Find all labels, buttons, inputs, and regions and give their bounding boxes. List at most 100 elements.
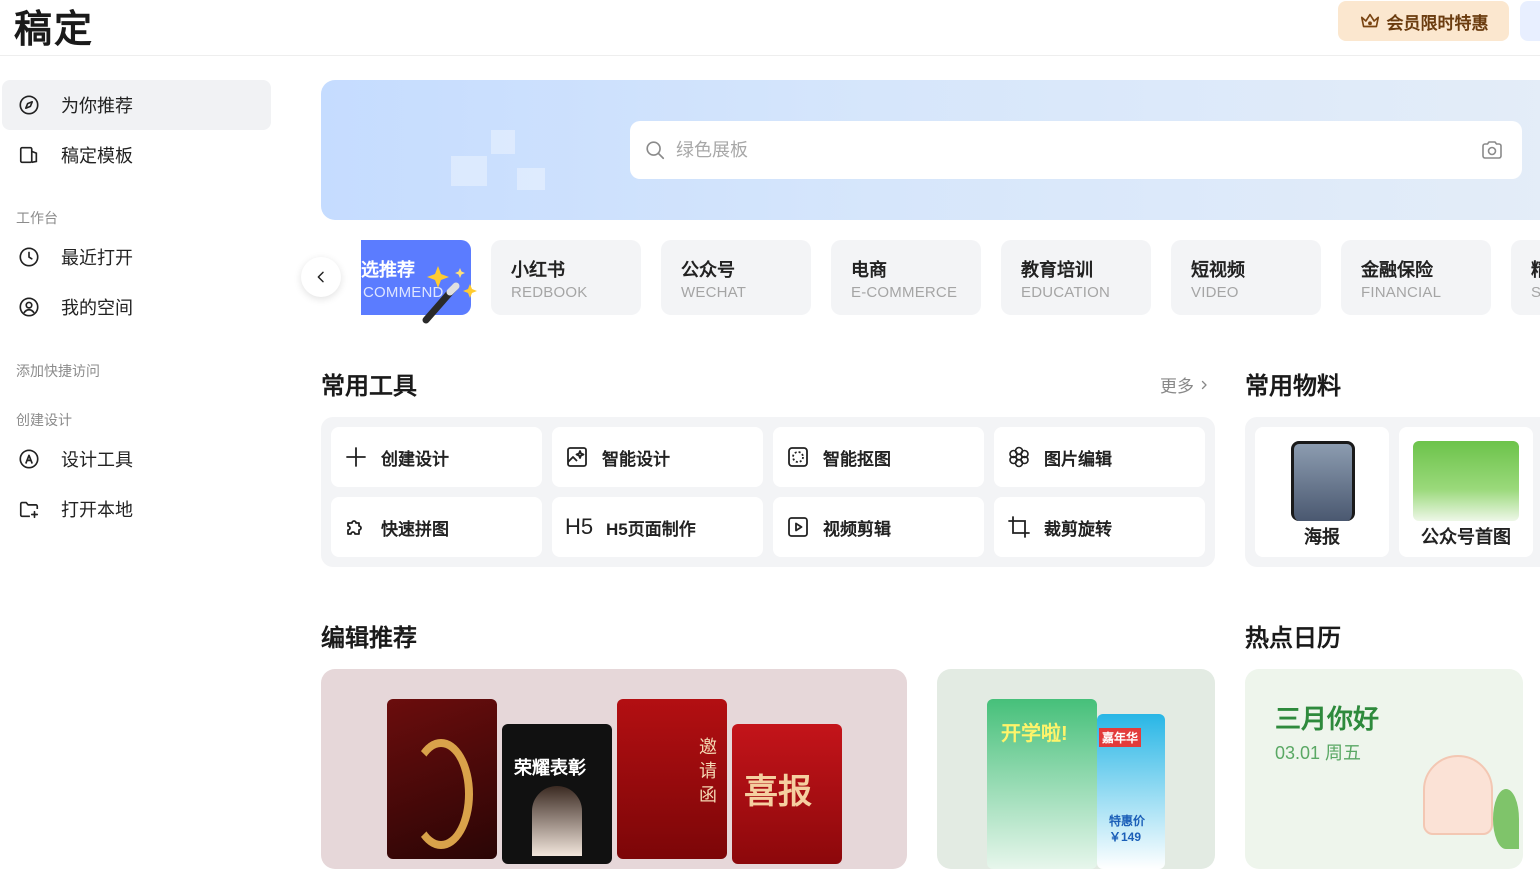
ai-design-icon	[564, 444, 590, 470]
tab-en-label: FINANCIAL	[1361, 284, 1442, 301]
calendar-section-title: 热点日历	[1245, 625, 1341, 652]
poster-honor-title: 荣耀表彰	[514, 758, 586, 778]
material-label: 公众号首图	[1421, 527, 1511, 547]
search-icon	[644, 139, 666, 161]
tab-ecommerce[interactable]: 电商 E-COMMERCE	[831, 240, 981, 315]
tab-cn-label: 选推荐	[361, 260, 415, 280]
workspace-section-label: 工作台	[16, 210, 58, 226]
tools-section-title: 常用工具	[321, 373, 417, 400]
poster-honor-image: 荣耀表彰	[502, 724, 612, 864]
tool-h5-page[interactable]: H5 H5页面制作	[552, 497, 763, 557]
sidebar-item-templates[interactable]: 稿定模板	[2, 130, 271, 180]
tool-label: 裁剪旋转	[1044, 519, 1112, 539]
tool-label: 智能抠图	[823, 449, 891, 469]
vip-promo-label: 会员限时特惠	[1386, 13, 1489, 33]
tab-cn-label: 公众号	[681, 260, 735, 280]
material-wechat-cover[interactable]: 公众号首图	[1399, 427, 1533, 557]
more-label: 更多	[1160, 377, 1194, 396]
top-header: 稿定 会员限时特惠	[0, 0, 1540, 56]
sidebar-item-label: 打开本地	[61, 500, 133, 520]
header-edge-button[interactable]	[1520, 1, 1540, 41]
sidebar: 为你推荐 稿定模板 工作台 最近打开 我的空间 添加快捷访问 创建设计 设计工具…	[0, 56, 290, 837]
tab-video[interactable]: 短视频 VIDEO	[1171, 240, 1321, 315]
tab-education[interactable]: 教育培训 EDUCATION	[1001, 240, 1151, 315]
poster-good-news-image: 喜报	[732, 724, 842, 864]
pen-nib-icon	[17, 447, 41, 471]
clock-icon	[17, 245, 41, 269]
sidebar-item-open-local[interactable]: 打开本地	[2, 484, 271, 534]
materials-panel: 海报 公众号首图	[1245, 417, 1540, 567]
tab-en-label: WECHAT	[681, 284, 747, 301]
tab-en-label: S	[1531, 284, 1540, 301]
magic-wand-icon	[422, 266, 477, 324]
sidebar-item-recommended[interactable]: 为你推荐	[2, 80, 271, 130]
cutout-icon	[785, 444, 811, 470]
tab-en-label: EDUCATION	[1021, 284, 1111, 301]
tool-quick-collage[interactable]: 快速拼图	[331, 497, 542, 557]
poster-invitation-title: 邀请函	[699, 737, 717, 805]
sidebar-item-my-space[interactable]: 我的空间	[2, 282, 271, 332]
tab-more-category[interactable]: 精 S	[1511, 240, 1540, 315]
user-circle-icon	[17, 295, 41, 319]
poster-good-news-title: 喜报	[744, 773, 812, 811]
tool-label: H5页面制作	[606, 519, 696, 539]
camera-search-icon[interactable]	[1480, 138, 1504, 167]
poster-school-title: 开学啦!	[1001, 723, 1068, 745]
tool-smart-cutout[interactable]: 智能抠图	[773, 427, 984, 487]
tool-crop-rotate[interactable]: 裁剪旋转	[994, 497, 1205, 557]
tool-image-edit[interactable]: 图片编辑	[994, 427, 1205, 487]
vip-promo-button[interactable]: 会员限时特惠	[1338, 1, 1509, 41]
crown-icon	[1359, 10, 1381, 32]
compass-icon	[17, 93, 41, 117]
poster-carnival-image: 嘉年华 特惠价 ￥149	[1097, 714, 1165, 869]
phone-mockup-image	[1291, 441, 1355, 521]
banner-decoration	[517, 168, 545, 190]
image-edit-icon	[1006, 444, 1032, 470]
banner-decoration	[451, 156, 487, 186]
tools-more-link[interactable]: 更多	[1160, 372, 1210, 397]
tab-cn-label: 金融保险	[1361, 260, 1433, 280]
tab-cn-label: 电商	[851, 260, 887, 280]
tool-video-edit[interactable]: 视频剪辑	[773, 497, 984, 557]
cat-illustration	[1423, 755, 1493, 835]
tool-label: 智能设计	[602, 449, 670, 469]
poster-carnival-title: 嘉年华	[1099, 728, 1142, 747]
editor-card-red-posters[interactable]: 荣耀表彰 邀请函 喜报	[321, 669, 907, 869]
sidebar-item-label: 稿定模板	[61, 146, 133, 166]
tools-panel: 创建设计 智能设计 智能抠图 图片编辑 快速拼图 H5 H5页面制作 视频剪辑	[321, 417, 1215, 567]
sidebar-item-recent[interactable]: 最近打开	[2, 232, 271, 282]
search-bar[interactable]	[630, 121, 1522, 179]
poster-price-label: 特惠价	[1109, 814, 1146, 828]
poster-portrait-image	[532, 786, 582, 856]
quick-access-label[interactable]: 添加快捷访问	[16, 361, 100, 381]
brand-logo[interactable]: 稿定	[14, 0, 94, 53]
tool-ai-design[interactable]: 智能设计	[552, 427, 763, 487]
sidebar-item-design-tools[interactable]: 设计工具	[2, 434, 271, 484]
sidebar-item-label: 设计工具	[61, 450, 133, 470]
poster-invitation-image: 邀请函	[617, 699, 727, 859]
tab-financial[interactable]: 金融保险 FINANCIAL	[1341, 240, 1491, 315]
tool-label: 图片编辑	[1044, 449, 1112, 469]
tab-en-label: VIDEO	[1191, 284, 1239, 301]
material-poster[interactable]: 海报	[1255, 427, 1389, 557]
tool-label: 快速拼图	[381, 519, 449, 539]
folder-plus-icon	[17, 497, 41, 521]
create-section-label: 创建设计	[16, 412, 72, 428]
tool-create-design[interactable]: 创建设计	[331, 427, 542, 487]
category-prev-button[interactable]	[301, 257, 341, 297]
h5-icon: H5	[564, 514, 594, 539]
cover-thumbnail-image	[1413, 441, 1519, 521]
materials-section-title: 常用物料	[1245, 373, 1341, 400]
plus-icon	[343, 444, 369, 470]
poster-school-image: 开学啦!	[987, 699, 1097, 869]
tab-redbook[interactable]: 小红书 REDBOOK	[491, 240, 641, 315]
puzzle-icon	[343, 514, 369, 540]
chevron-left-icon	[313, 269, 329, 285]
editor-card-school-posters[interactable]: 开学啦! 嘉年华 特惠价 ￥149	[937, 669, 1215, 869]
tab-wechat[interactable]: 公众号 WECHAT	[661, 240, 811, 315]
crop-icon	[1006, 514, 1032, 540]
poster-number-art	[409, 739, 473, 849]
calendar-card[interactable]: 三月你好 03.01 周五	[1245, 669, 1523, 869]
search-input[interactable]	[674, 138, 1434, 162]
sidebar-item-label: 为你推荐	[61, 96, 133, 116]
